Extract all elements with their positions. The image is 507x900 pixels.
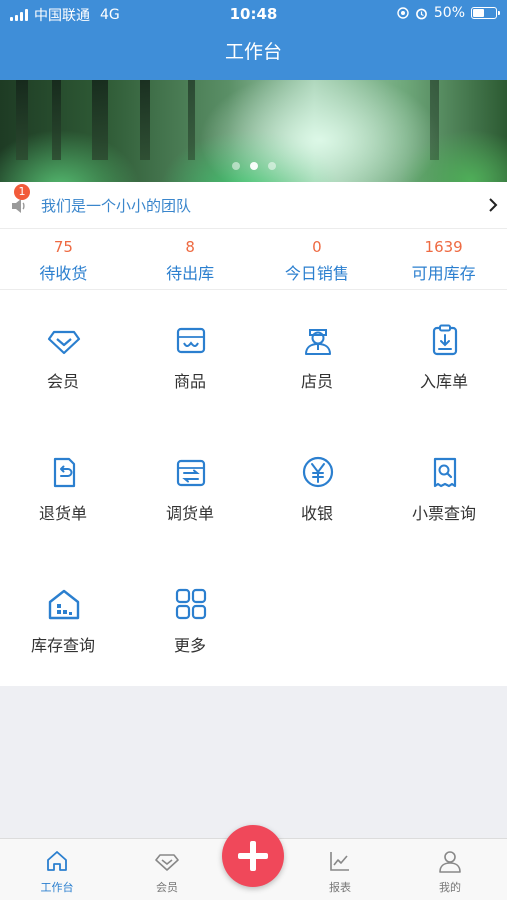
menu-label: 库存查询 bbox=[30, 636, 95, 655]
return-order-icon bbox=[53, 457, 76, 488]
tab-label: 报表 bbox=[329, 881, 351, 894]
menu-label: 退货单 bbox=[38, 504, 87, 523]
menu-clerk[interactable]: 店员 bbox=[254, 290, 380, 422]
menu-transfer-order[interactable]: 调货单 bbox=[127, 422, 253, 554]
stat-pending-outbound[interactable]: 8 待出库 bbox=[127, 229, 254, 289]
banner-decor bbox=[430, 80, 439, 160]
menu-label: 调货单 bbox=[165, 504, 214, 523]
diamond-icon bbox=[47, 330, 81, 355]
tab-workbench[interactable]: 工作台 bbox=[7, 839, 107, 900]
carousel-dot[interactable] bbox=[249, 162, 258, 170]
tab-label: 工作台 bbox=[40, 881, 74, 894]
carousel-dots bbox=[0, 162, 507, 170]
menu-label: 入库单 bbox=[419, 372, 468, 391]
announcement-bar[interactable]: 1 我们是一个小小的团队 bbox=[0, 182, 507, 229]
battery-icon bbox=[471, 7, 500, 19]
menu-label: 小票查询 bbox=[411, 504, 476, 523]
transfer-order-icon bbox=[176, 459, 206, 487]
add-button[interactable] bbox=[222, 825, 284, 887]
notice-badge: 1 bbox=[14, 184, 30, 200]
menu-label: 收银 bbox=[300, 504, 333, 523]
menu-stock-query[interactable]: 库存查询 bbox=[0, 554, 126, 686]
menu-return-order[interactable]: 退货单 bbox=[0, 422, 126, 554]
stat-label: 可用库存 bbox=[411, 264, 476, 283]
tab-label: 我的 bbox=[439, 881, 461, 894]
battery-percent: 50% bbox=[433, 5, 465, 21]
alarm-icon bbox=[415, 8, 427, 19]
stat-available-stock[interactable]: 1639 可用库存 bbox=[380, 229, 507, 289]
stock-in-clipboard-icon bbox=[432, 324, 458, 356]
tab-label: 会员 bbox=[156, 881, 178, 894]
menu-label: 更多 bbox=[173, 636, 206, 655]
warehouse-icon bbox=[48, 589, 80, 620]
menu-product[interactable]: 商品 bbox=[127, 290, 253, 422]
receipt-search-icon bbox=[433, 457, 457, 488]
function-grid: 会员 商品 店员 入库单 退货单 调货单 收银 小票查询 库存查询 更多 bbox=[0, 290, 507, 686]
menu-cashier[interactable]: 收银 bbox=[254, 422, 380, 554]
banner-decor bbox=[188, 80, 195, 160]
stat-value: 0 bbox=[312, 238, 322, 256]
grid-more-icon bbox=[175, 588, 207, 620]
yen-cashier-icon bbox=[302, 456, 334, 488]
menu-more[interactable]: 更多 bbox=[127, 554, 253, 686]
product-box-icon bbox=[176, 327, 206, 354]
stat-label: 待出库 bbox=[166, 264, 215, 283]
user-icon bbox=[439, 851, 461, 873]
menu-label: 店员 bbox=[300, 372, 333, 391]
diamond-icon bbox=[155, 854, 179, 871]
status-bar: 中国联通 4G 10:48 50% bbox=[0, 0, 507, 28]
notice-text[interactable]: 我们是一个小小的团队 bbox=[41, 195, 191, 216]
tab-mine[interactable]: 我的 bbox=[400, 839, 500, 900]
home-icon bbox=[47, 851, 67, 871]
stat-label: 待收货 bbox=[39, 264, 88, 283]
stat-value: 1639 bbox=[424, 238, 463, 256]
menu-receipt-search[interactable]: 小票查询 bbox=[381, 422, 507, 554]
clerk-icon bbox=[305, 329, 331, 355]
stat-today-sales[interactable]: 0 今日销售 bbox=[254, 229, 381, 289]
stats-row: 75 待收货 8 待出库 0 今日销售 1639 可用库存 bbox=[0, 229, 507, 290]
banner-decor bbox=[92, 80, 108, 160]
menu-label: 商品 bbox=[173, 372, 206, 391]
status-right: 50% bbox=[397, 5, 500, 21]
banner-decor bbox=[16, 80, 28, 160]
page-title: 工作台 bbox=[224, 41, 282, 63]
carousel-dot[interactable] bbox=[267, 162, 276, 170]
stat-pending-receive[interactable]: 75 待收货 bbox=[0, 229, 127, 289]
menu-stock-in[interactable]: 入库单 bbox=[381, 290, 507, 422]
stat-value: 75 bbox=[53, 238, 73, 256]
location-icon bbox=[397, 7, 409, 19]
tab-report[interactable]: 报表 bbox=[290, 839, 390, 900]
chart-icon bbox=[330, 852, 349, 871]
stat-label: 今日销售 bbox=[284, 264, 349, 283]
stat-value: 8 bbox=[185, 238, 195, 256]
chevron-right-icon[interactable] bbox=[487, 196, 499, 214]
nav-bar: 工作台 bbox=[0, 28, 507, 80]
banner-carousel[interactable] bbox=[0, 80, 507, 182]
banner-decor bbox=[140, 80, 150, 160]
menu-label: 会员 bbox=[46, 372, 79, 391]
banner-decor bbox=[52, 80, 61, 160]
carousel-dot[interactable] bbox=[231, 162, 240, 170]
menu-member[interactable]: 会员 bbox=[0, 290, 126, 422]
tab-member[interactable]: 会员 bbox=[117, 839, 217, 900]
